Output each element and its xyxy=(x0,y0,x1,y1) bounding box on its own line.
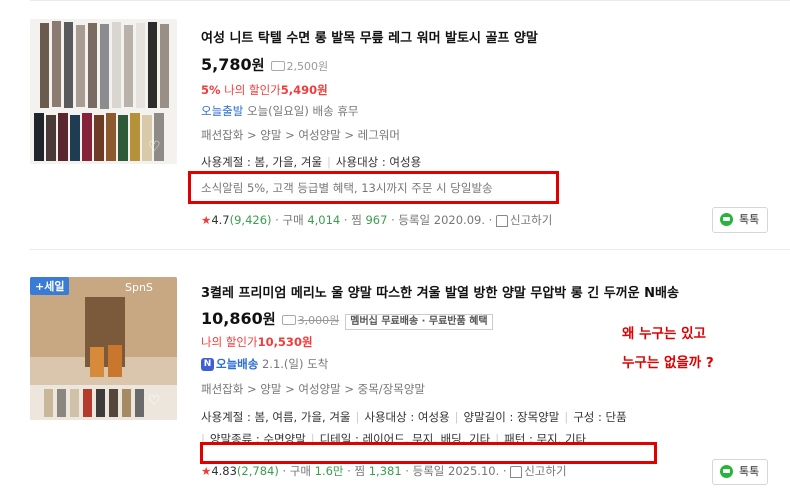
attr-season: 사용계절 : 봄, 여름, 가을, 겨울 xyxy=(201,410,351,424)
product-title[interactable]: 여성 니트 탁텔 수면 롱 발목 무릎 레그 워머 발토시 골프 양말 xyxy=(201,27,538,46)
report-icon xyxy=(495,214,508,227)
star-icon: ★ xyxy=(201,213,212,227)
naver-delivery-icon: N xyxy=(201,358,214,371)
attributes: 사용계절 : 봄, 가을, 겨울 | 사용대상 : 여성용 xyxy=(201,155,422,169)
delivery-fee: 3,000원 xyxy=(281,314,339,327)
report-link[interactable]: 신고하기 xyxy=(510,464,567,478)
delivery-note: 오늘(일요일) 배송 휴무 xyxy=(246,104,359,118)
chat-bubble-icon xyxy=(720,213,733,226)
stats-line: ★4.7(9,426) · 구매 4,014 · 찜 967 · 등록일 202… xyxy=(201,213,553,227)
membership-tag: 멤버십 무료배송 · 무료반품 혜택 xyxy=(345,314,493,330)
discount-percent: 5% xyxy=(201,83,221,97)
heart-icon[interactable]: ♡ xyxy=(148,393,161,409)
attr-length: 양말길이 : 장목양말 xyxy=(463,410,560,424)
product-price: 5,780원 2,500원 xyxy=(201,55,328,75)
rating: 4.7 xyxy=(211,213,230,227)
annotation-line-1: 왜 누구는 있고 xyxy=(622,326,706,342)
stats-line: ★4.83(2,784) · 구매 1.6만 · 찜 1,381 · 등록일 2… xyxy=(201,464,567,478)
registered-date: 등록일 2025.10. xyxy=(412,464,500,478)
chat-bubble-icon xyxy=(720,465,733,478)
review-count[interactable]: (2,784) xyxy=(237,464,279,478)
attr-composition: 구성 : 단품 xyxy=(573,410,627,424)
discount-label: 나의 할인가 xyxy=(224,83,281,97)
rating: 4.83 xyxy=(211,464,237,478)
discount-line: 나의 할인가10,530원 xyxy=(201,334,313,350)
truck-icon xyxy=(270,61,285,71)
sale-badge: +세일 xyxy=(30,277,70,295)
brand-mark: SpnS xyxy=(125,281,153,294)
zzim-label: 찜 xyxy=(354,464,366,478)
zzim-count: 967 xyxy=(365,213,388,227)
discount-label: 나의 할인가 xyxy=(201,335,258,349)
purchase-count: 1.6만 xyxy=(314,464,344,478)
report-icon xyxy=(510,465,523,478)
attr-season: 사용계절 : 봄, 가을, 겨울 xyxy=(201,155,323,169)
category-breadcrumb[interactable]: 패션잡화 > 양말 > 여성양말 > 중목/장목양말 xyxy=(201,381,425,397)
price-currency: 원 xyxy=(262,312,276,328)
truck-icon xyxy=(281,315,296,325)
category-breadcrumb[interactable]: 패션잡화 > 양말 > 여성양말 > 레그워머 xyxy=(201,127,400,143)
price-value: 10,860 xyxy=(201,309,263,328)
product-title[interactable]: 3켤레 프리미엄 메리노 울 양말 따스한 겨울 발열 방한 양말 무압박 롱 … xyxy=(201,282,679,301)
delivery-note: 2.1.(일) 도착 xyxy=(261,357,329,371)
product-thumbnail[interactable]: ♡ xyxy=(30,19,177,164)
purchase-label: 구매 xyxy=(289,464,311,478)
divider xyxy=(30,0,790,1)
purchase-label: 구매 xyxy=(282,213,304,227)
attr-target: 사용대상 : 여성용 xyxy=(364,410,450,424)
star-icon: ★ xyxy=(201,464,212,478)
divider xyxy=(30,249,790,250)
highlight-box xyxy=(188,171,559,204)
purchase-count: 4,014 xyxy=(307,213,341,227)
zzim-count: 1,381 xyxy=(368,464,402,478)
talktalk-button[interactable]: 톡톡 xyxy=(712,207,769,233)
product-price: 10,860원 3,000원 멤버십 무료배송 · 무료반품 혜택 xyxy=(201,309,493,330)
annotation-line-2: 누구는 없을까 ? xyxy=(622,355,714,371)
talktalk-button[interactable]: 톡톡 xyxy=(712,459,769,485)
product-thumbnail[interactable]: SpnS ♡ xyxy=(30,277,177,420)
discount-price: 5,490원 xyxy=(280,83,328,97)
delivery-line: N 오늘배송 2.1.(일) 도착 xyxy=(201,356,328,372)
report-link[interactable]: 신고하기 xyxy=(495,213,552,227)
attributes: 사용계절 : 봄, 여름, 가을, 겨울 | 사용대상 : 여성용 | 양말길이 : 장… xyxy=(201,410,627,424)
heart-icon[interactable]: ♡ xyxy=(148,139,161,155)
highlight-box xyxy=(200,442,657,464)
delivery-fee: 2,500원 xyxy=(270,60,328,73)
delivery-line: 오늘출발 오늘(일요일) 배송 휴무 xyxy=(201,103,359,119)
discount-price: 10,530원 xyxy=(257,335,313,349)
delivery-brand: 오늘출발 xyxy=(201,104,244,118)
attr-target: 사용대상 : 여성용 xyxy=(335,155,422,169)
zzim-label: 찜 xyxy=(351,213,362,227)
review-count[interactable]: (9,426) xyxy=(230,213,272,227)
registered-date: 등록일 2020.09. xyxy=(398,213,485,227)
discount-line: 5% 나의 할인가5,490원 xyxy=(201,82,328,98)
delivery-brand: 오늘배송 xyxy=(216,357,259,371)
price-currency: 원 xyxy=(251,58,265,74)
price-value: 5,780 xyxy=(201,55,252,74)
